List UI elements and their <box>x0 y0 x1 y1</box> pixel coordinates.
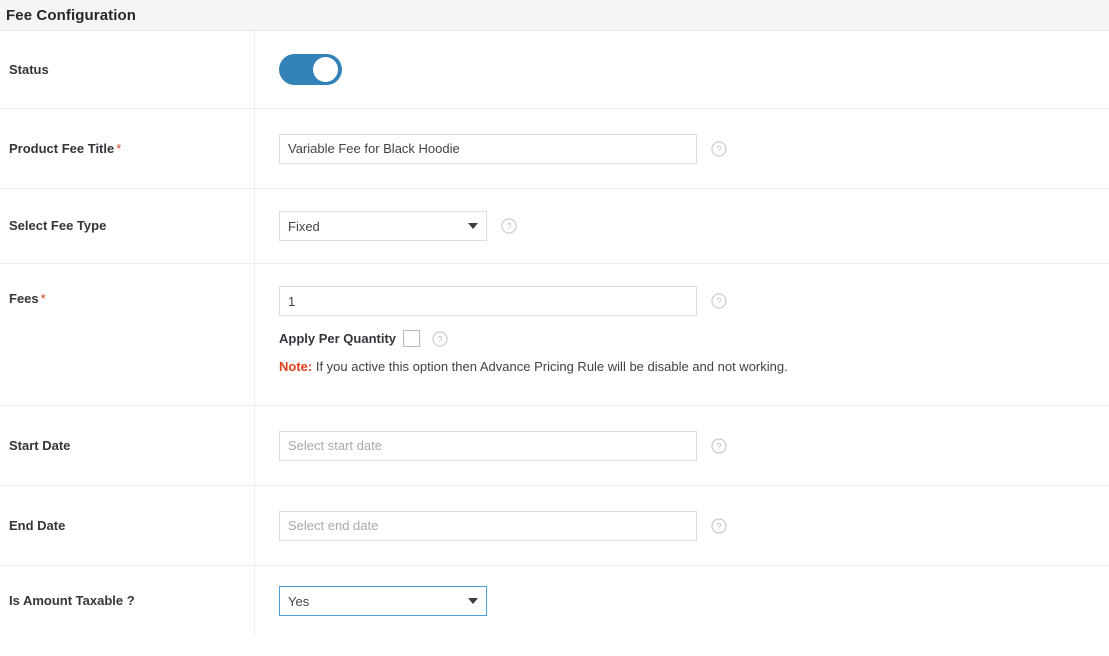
form-row-start-date: Start Date ? <box>0 406 1109 486</box>
select-fee-type-value: Fixed <box>288 218 320 234</box>
dropdown-arrow-icon <box>468 598 478 604</box>
field-cell-is-amount-taxable: Yes <box>255 566 1109 636</box>
help-circle-icon[interactable]: ? <box>711 140 727 157</box>
end-date-field-line: ? <box>279 510 727 541</box>
svg-text:?: ? <box>716 144 721 154</box>
field-cell-status <box>255 31 1109 108</box>
end-date-label: End Date <box>9 517 66 533</box>
help-circle-icon[interactable]: ? <box>432 330 448 347</box>
label-cell-fees: Fees * <box>0 264 255 405</box>
help-circle-icon[interactable]: ? <box>711 293 727 309</box>
label-cell-product-fee-title: Product Fee Title * <box>0 109 255 188</box>
apply-per-quantity-line: Apply Per Quantity ? <box>279 330 448 347</box>
label-cell-end-date: End Date <box>0 486 255 565</box>
required-asterisk: * <box>40 291 46 306</box>
select-fee-type-label: Select Fee Type <box>9 218 107 234</box>
fee-configuration-panel: Fee Configuration Status Product Fee Tit… <box>0 0 1109 656</box>
select-fee-type-field-line: Fixed ? <box>279 211 517 241</box>
fees-label: Fees <box>9 291 39 306</box>
apply-per-quantity-label: Apply Per Quantity <box>279 331 397 346</box>
apply-per-quantity-checkbox[interactable] <box>403 330 421 347</box>
page-title: Fee Configuration <box>6 6 137 24</box>
is-amount-taxable-wrap: Yes <box>279 586 487 616</box>
label-cell-is-amount-taxable: Is Amount Taxable ? <box>0 566 255 636</box>
end-date-input[interactable] <box>279 510 697 541</box>
fees-field-line: ? <box>279 286 727 316</box>
form-row-end-date: End Date ? <box>0 486 1109 566</box>
field-cell-product-fee-title: ? <box>255 109 1109 188</box>
svg-text:?: ? <box>716 521 721 531</box>
help-circle-icon[interactable]: ? <box>711 517 727 534</box>
svg-text:?: ? <box>716 441 721 451</box>
select-fee-type-dropdown[interactable]: Fixed <box>279 211 487 241</box>
help-circle-icon[interactable]: ? <box>711 437 727 454</box>
product-fee-title-label: Product Fee Title <box>9 140 115 156</box>
is-amount-taxable-label: Is Amount Taxable ? <box>9 593 135 609</box>
fees-note: Note: If you active this option then Adv… <box>279 359 788 376</box>
toggle-knob <box>313 57 338 82</box>
form-row-status: Status <box>0 31 1109 109</box>
field-cell-fees: ? Apply Per Quantity ? Note: If you acti… <box>255 264 1109 405</box>
note-text: If you active this option then Advance P… <box>312 359 788 374</box>
form-row-fees: Fees* ? Apply Per Quantity ? <box>0 264 1109 406</box>
label-cell-select-fee-type: Select Fee Type <box>0 189 255 263</box>
required-asterisk: * <box>116 141 122 156</box>
product-fee-title-input[interactable] <box>279 133 697 164</box>
dropdown-arrow-icon <box>468 223 478 229</box>
form-row-select-fee-type: Select Fee Type Fixed ? <box>0 189 1109 264</box>
label-cell-start-date: Start Date <box>0 406 255 485</box>
start-date-field-line: ? <box>279 430 727 461</box>
svg-text:?: ? <box>506 222 511 232</box>
start-date-input[interactable] <box>279 430 697 461</box>
product-fee-title-field-line: ? <box>279 133 727 164</box>
status-label: Status <box>9 61 49 77</box>
svg-text:?: ? <box>438 334 443 344</box>
note-tag: Note: <box>279 359 313 374</box>
status-toggle[interactable] <box>279 54 342 85</box>
field-cell-select-fee-type: Fixed ? <box>255 189 1109 263</box>
select-fee-type-wrap: Fixed <box>279 211 487 241</box>
form-row-product-fee-title: Product Fee Title* ? <box>0 109 1109 189</box>
help-circle-icon[interactable]: ? <box>501 218 517 234</box>
is-amount-taxable-value: Yes <box>288 593 310 609</box>
is-amount-taxable-dropdown[interactable]: Yes <box>279 586 487 616</box>
label-cell-status: Status <box>0 31 255 108</box>
field-cell-start-date: ? <box>255 406 1109 485</box>
fees-input[interactable] <box>279 286 697 316</box>
is-amount-taxable-field-line: Yes <box>279 586 487 616</box>
panel-header: Fee Configuration <box>0 0 1109 31</box>
svg-text:?: ? <box>716 297 721 307</box>
field-cell-end-date: ? <box>255 486 1109 565</box>
form-row-is-amount-taxable: Is Amount Taxable ? Yes <box>0 566 1109 636</box>
start-date-label: Start Date <box>9 437 71 453</box>
